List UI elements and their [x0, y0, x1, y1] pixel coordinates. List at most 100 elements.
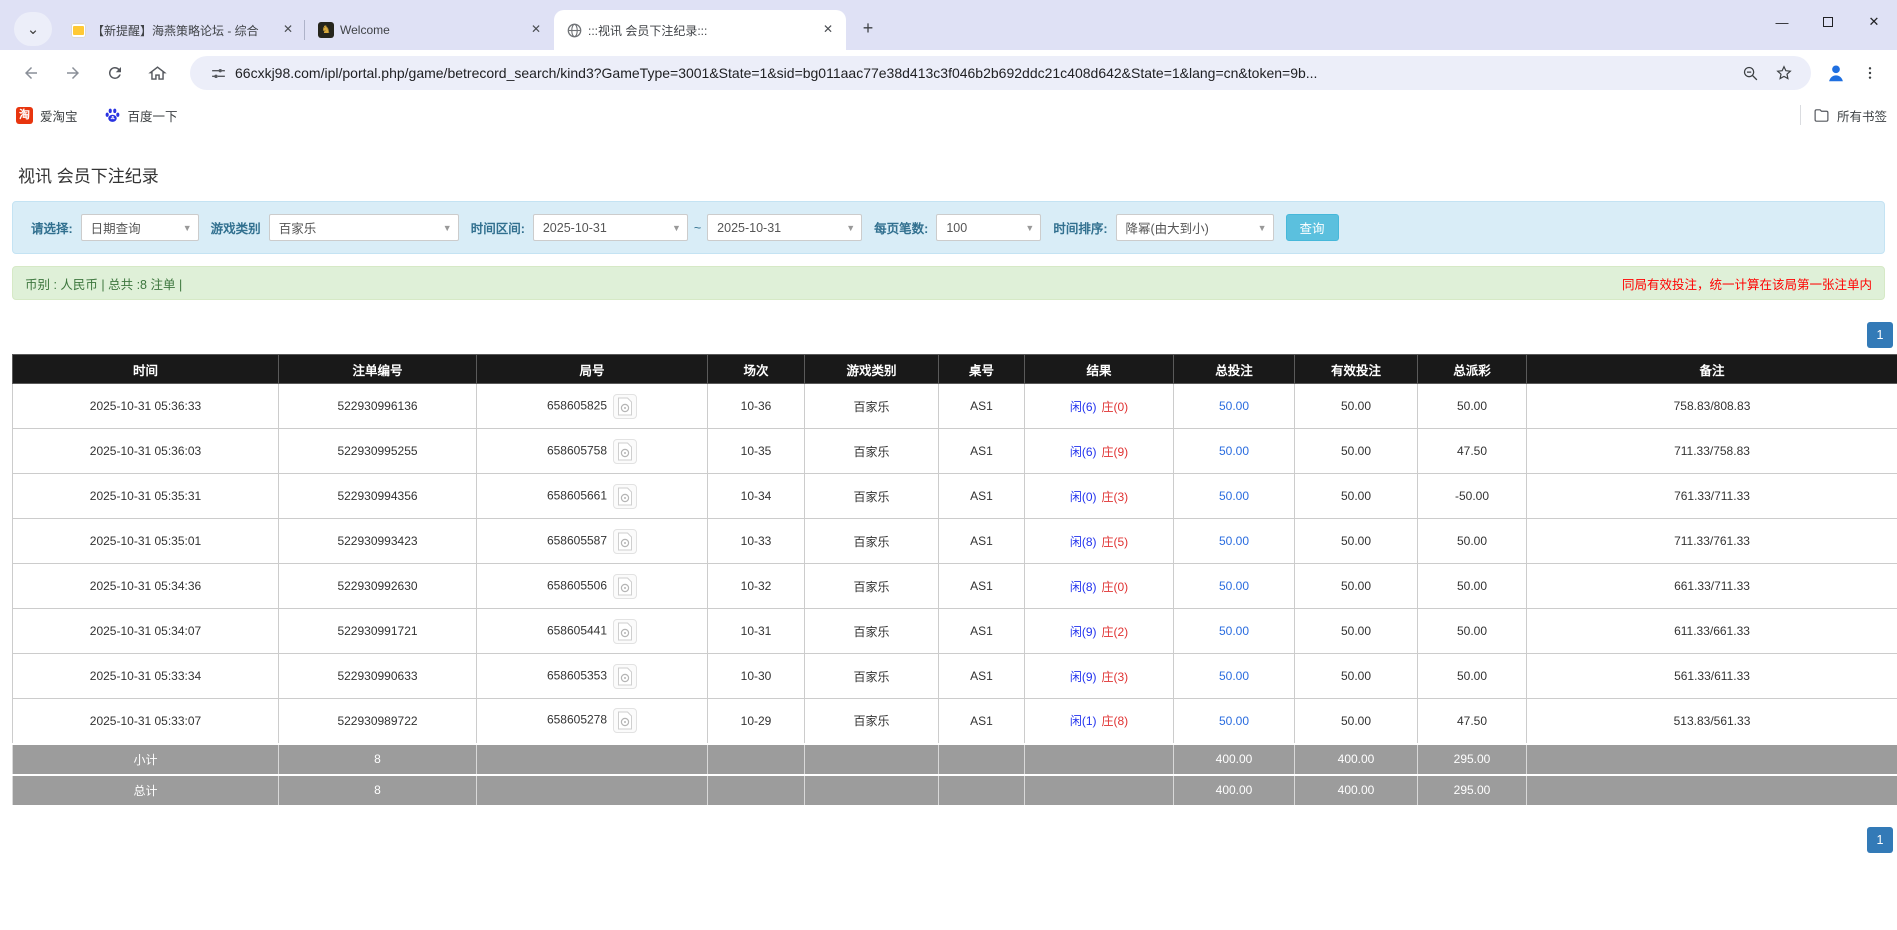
forward-button[interactable]	[56, 56, 90, 90]
minimize-button[interactable]: —	[1759, 0, 1805, 44]
url-text[interactable]: 66cxkj98.com/ipl/portal.php/game/betreco…	[235, 65, 1734, 81]
new-tab-button[interactable]: +	[854, 14, 882, 42]
cell-session: 10-32	[707, 563, 805, 609]
site-favicon-icon: ♞	[318, 22, 334, 38]
video-replay-icon[interactable]	[613, 483, 638, 509]
total-bet-link[interactable]: 50.00	[1219, 399, 1249, 413]
summary-notice: 同局有效投注，统一计算在该局第一张注单内	[1621, 277, 1872, 292]
sort-select[interactable]: 降幂(由大到小) ▼	[1115, 214, 1274, 241]
tab-strip: ⌄ 【新提醒】海燕策略论坛 - 综合 ✕ ♞ Welcome ✕ :::视讯 会…	[0, 0, 1897, 50]
result-player: 闲(8)	[1069, 534, 1097, 549]
tab-search-button[interactable]: ⌄	[14, 12, 52, 46]
maximize-button[interactable]	[1805, 0, 1851, 44]
cell-valid-bet: 50.00	[1294, 473, 1418, 519]
date-to-select[interactable]: 2025-10-31 ▼	[707, 214, 863, 241]
range-tilde: ~	[693, 220, 702, 235]
video-replay-icon[interactable]	[613, 708, 638, 734]
subtotal-empty-session	[707, 742, 805, 776]
cell-total-bet: 50.00	[1173, 383, 1295, 429]
cell-bet-id: 522930995255	[278, 428, 477, 474]
tab-forum[interactable]: 【新提醒】海燕策略论坛 - 综合 ✕	[58, 10, 306, 50]
home-icon	[147, 65, 167, 80]
round-number: 658605661	[546, 488, 608, 503]
subtotal-empty-table	[938, 742, 1025, 776]
total-count: 8	[278, 773, 477, 807]
total-bet-link[interactable]: 50.00	[1219, 669, 1249, 683]
close-tab-icon[interactable]: ✕	[528, 22, 544, 38]
cell-time: 2025-10-31 05:36:33	[12, 383, 279, 429]
cell-bet-id: 522930996136	[278, 383, 477, 429]
game-type-label: 游戏类别	[210, 222, 261, 236]
tab-bet-records[interactable]: :::视讯 会员下注纪录::: ✕	[554, 10, 846, 50]
total-remark	[1526, 773, 1897, 807]
total-bet-link[interactable]: 50.00	[1219, 444, 1249, 458]
chevron-down-icon: ▼	[846, 222, 856, 233]
bookmark-taobao[interactable]: 淘 爱淘宝	[16, 106, 78, 125]
address-bar[interactable]: 66cxkj98.com/ipl/portal.php/game/betreco…	[190, 56, 1811, 90]
total-bet-link[interactable]: 50.00	[1219, 579, 1249, 593]
result-player: 闲(9)	[1069, 669, 1097, 684]
browser-menu-icon[interactable]	[1853, 56, 1887, 90]
search-button[interactable]: 查询	[1285, 214, 1339, 241]
total-bet-link[interactable]: 50.00	[1219, 624, 1249, 638]
subtotal-empty-result	[1024, 742, 1174, 776]
total-bet-link[interactable]: 50.00	[1219, 489, 1249, 503]
cell-result: 闲(8) 庄(5)	[1024, 518, 1174, 564]
close-window-button[interactable]: ✕	[1851, 0, 1897, 44]
table-header-cell: 结果	[1024, 354, 1174, 384]
home-button[interactable]	[140, 56, 174, 90]
video-replay-icon[interactable]	[613, 618, 638, 644]
video-replay-icon[interactable]	[613, 663, 638, 689]
date-from-select[interactable]: 2025-10-31 ▼	[532, 214, 688, 241]
table-header-row: 时间 注单编号 局号 场次 游戏类别 桌号 结果 总投注 有效投注 总派彩 备注	[12, 354, 1897, 384]
cell-bet-id: 522930989722	[278, 698, 477, 744]
page-1-button[interactable]: 1	[1867, 826, 1893, 853]
table-row: 2025-10-31 05:35:01 522930993423 658605587…	[12, 518, 1897, 564]
cell-session: 10-35	[707, 428, 805, 474]
video-replay-icon[interactable]	[613, 528, 638, 554]
round-number: 658605441	[546, 623, 608, 638]
cell-total-bet: 50.00	[1173, 653, 1295, 699]
cell-total-bet: 50.00	[1173, 518, 1295, 564]
tab-welcome[interactable]: ♞ Welcome ✕	[304, 10, 554, 50]
close-tab-icon[interactable]: ✕	[280, 22, 296, 38]
cell-total-bet: 50.00	[1173, 608, 1295, 654]
table-body: 2025-10-31 05:36:33 522930996136 658605825…	[12, 383, 1897, 807]
cell-time: 2025-10-31 05:34:07	[12, 608, 279, 654]
total-empty-round	[476, 773, 708, 807]
bookmark-baidu[interactable]: 百度一下	[104, 106, 178, 125]
reload-button[interactable]	[98, 56, 132, 90]
cell-remark: 611.33/661.33	[1526, 608, 1897, 654]
total-bet-link[interactable]: 50.00	[1219, 714, 1249, 728]
bookmark-star-icon[interactable]	[1775, 64, 1793, 82]
profile-avatar-icon[interactable]	[1819, 56, 1853, 90]
all-bookmarks-button[interactable]: 所有书签	[1813, 106, 1887, 125]
cell-total-bet: 50.00	[1173, 698, 1295, 744]
query-type-select[interactable]: 日期查询 ▼	[80, 214, 199, 241]
total-bet-link[interactable]: 50.00	[1219, 534, 1249, 548]
cell-bet-id: 522930993423	[278, 518, 477, 564]
cell-table-no: AS1	[938, 698, 1025, 744]
cell-valid-bet: 50.00	[1294, 383, 1418, 429]
video-replay-icon[interactable]	[613, 573, 638, 599]
cell-table-no: AS1	[938, 563, 1025, 609]
baidu-paw-icon	[104, 107, 121, 124]
cell-bet-id: 522930994356	[278, 473, 477, 519]
back-button[interactable]	[14, 56, 48, 90]
video-replay-icon[interactable]	[613, 393, 638, 419]
game-type-select[interactable]: 百家乐 ▼	[268, 214, 459, 241]
page-title: 视讯 会员下注纪录	[18, 167, 159, 186]
zoom-out-icon[interactable]	[1742, 65, 1759, 82]
page-1-button[interactable]: 1	[1867, 322, 1893, 348]
result-banker: 庄(5)	[1101, 534, 1129, 549]
subtotal-count: 8	[278, 742, 477, 776]
cell-table-no: AS1	[938, 428, 1025, 474]
cell-total-bet: 50.00	[1173, 473, 1295, 519]
cell-result: 闲(9) 庄(3)	[1024, 653, 1174, 699]
subtotal-empty-game	[804, 742, 939, 776]
per-page-select[interactable]: 100 ▼	[936, 214, 1042, 241]
cell-remark: 711.33/758.83	[1526, 428, 1897, 474]
video-replay-icon[interactable]	[613, 438, 638, 464]
close-tab-icon[interactable]: ✕	[820, 22, 836, 38]
site-settings-icon[interactable]	[210, 65, 227, 82]
